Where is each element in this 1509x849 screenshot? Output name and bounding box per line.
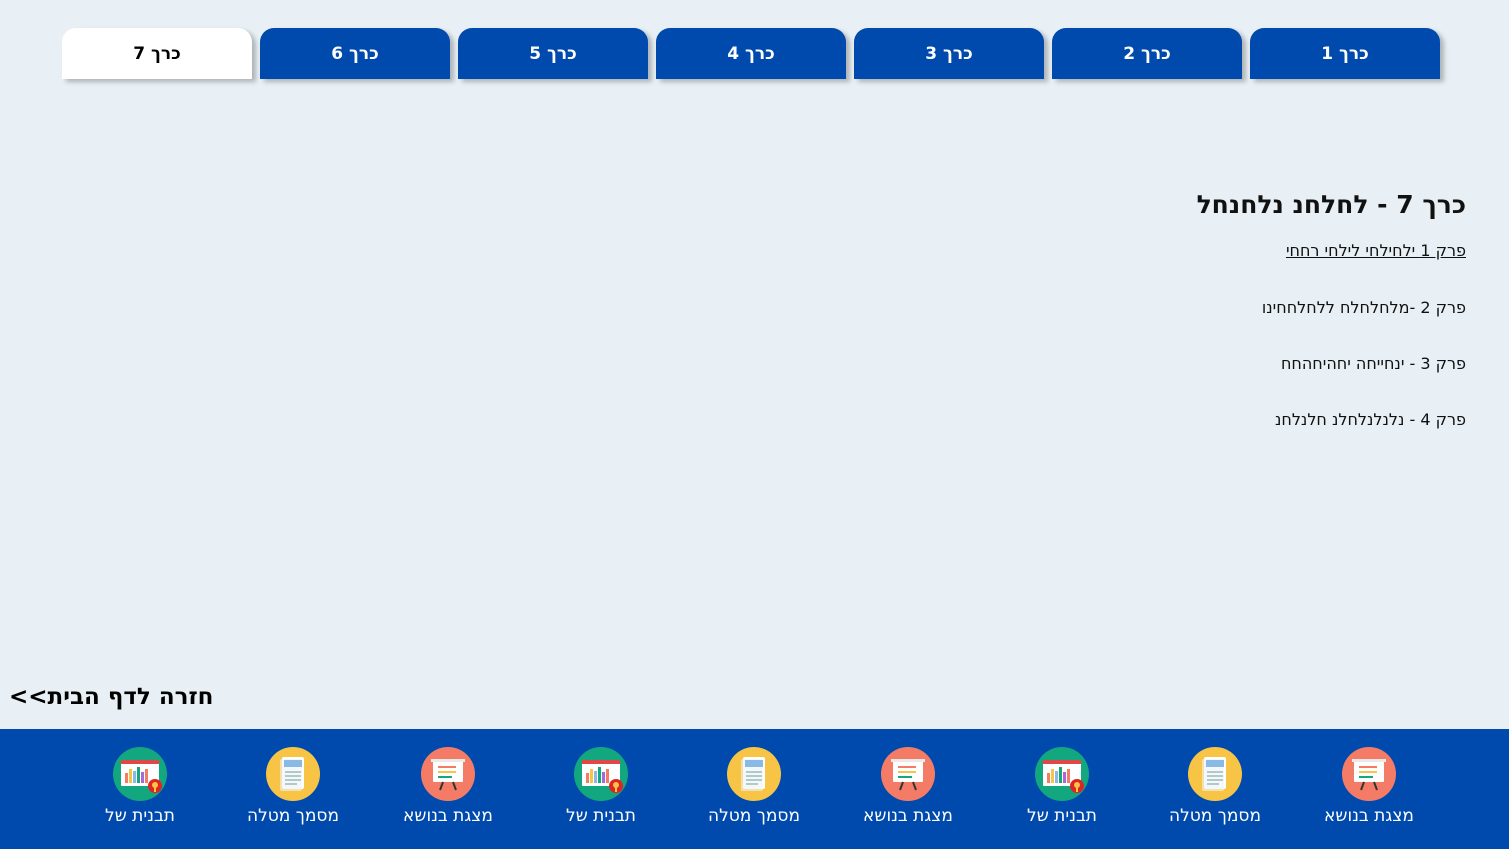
footer-item-label: מסמך מטלה bbox=[1169, 806, 1261, 826]
footer-item-chart-template[interactable]: תבנית של bbox=[987, 747, 1137, 826]
tab-volume-5[interactable]: כרך 5 bbox=[458, 28, 648, 79]
chapter-link-2[interactable]: פרק 2 -מלחלחלח ללחלחחינו bbox=[766, 298, 1466, 317]
footer-item-label: תבנית של bbox=[105, 806, 175, 826]
footer-item-chart-template[interactable]: תבנית של bbox=[65, 747, 215, 826]
footer-item-document[interactable]: מסמך מטלה bbox=[679, 747, 829, 826]
presentation-icon bbox=[421, 747, 475, 801]
volume-tabs: כרך 1 כרך 2 כרך 3 כרך 4 כרך 5 כרך 6 כרך … bbox=[62, 28, 1442, 80]
tab-volume-3[interactable]: כרך 3 bbox=[854, 28, 1044, 79]
footer-item-presentation[interactable]: מצגת בנושא bbox=[833, 747, 983, 826]
chapter-link-4[interactable]: פרק 4 - נלנלנלחלנ חלנלחנ bbox=[766, 410, 1466, 429]
footer-item-label: תבנית של bbox=[566, 806, 636, 826]
footer-item-label: מסמך מטלה bbox=[708, 806, 800, 826]
footer-item-label: מסמך מטלה bbox=[247, 806, 339, 826]
volume-content: כרך 7 - לחלחנ נלחנחל פרק 1 ילחילחי לילחי… bbox=[766, 190, 1466, 466]
chart-template-icon bbox=[1035, 747, 1089, 801]
footer-item-document[interactable]: מסמך מטלה bbox=[1140, 747, 1290, 826]
back-to-home-link[interactable]: חזרה לדף הבית>> bbox=[9, 684, 213, 710]
document-icon bbox=[266, 747, 320, 801]
footer-item-label: מצגת בנושא bbox=[1324, 806, 1414, 826]
tab-volume-1[interactable]: כרך 1 bbox=[1250, 28, 1440, 79]
footer-item-document[interactable]: מסמך מטלה bbox=[218, 747, 368, 826]
presentation-icon bbox=[881, 747, 935, 801]
tab-volume-6[interactable]: כרך 6 bbox=[260, 28, 450, 79]
footer-item-label: מצגת בנושא bbox=[863, 806, 953, 826]
document-icon bbox=[727, 747, 781, 801]
footer-item-presentation[interactable]: מצגת בנושא bbox=[373, 747, 523, 826]
chapter-link-3[interactable]: פרק 3 - ינחייחה יחהיחהחח bbox=[766, 354, 1466, 373]
tab-volume-7[interactable]: כרך 7 bbox=[62, 28, 252, 79]
tab-volume-4[interactable]: כרך 4 bbox=[656, 28, 846, 79]
page-title: כרך 7 - לחלחנ נלחנחל bbox=[1196, 190, 1466, 219]
chart-template-icon bbox=[574, 747, 628, 801]
footer-item-label: מצגת בנושא bbox=[403, 806, 493, 826]
chart-template-icon bbox=[113, 747, 167, 801]
tab-volume-2[interactable]: כרך 2 bbox=[1052, 28, 1242, 79]
footer-item-label: תבנית של bbox=[1027, 806, 1097, 826]
presentation-icon bbox=[1342, 747, 1396, 801]
resources-footer: מצגת בנושא מסמך מטלה תבנית של מצגת בנושא… bbox=[0, 729, 1509, 849]
footer-item-presentation[interactable]: מצגת בנושא bbox=[1294, 747, 1444, 826]
footer-item-chart-template[interactable]: תבנית של bbox=[526, 747, 676, 826]
chapter-link-1[interactable]: פרק 1 ילחילחי לילחי רחחי bbox=[766, 241, 1466, 260]
document-icon bbox=[1188, 747, 1242, 801]
